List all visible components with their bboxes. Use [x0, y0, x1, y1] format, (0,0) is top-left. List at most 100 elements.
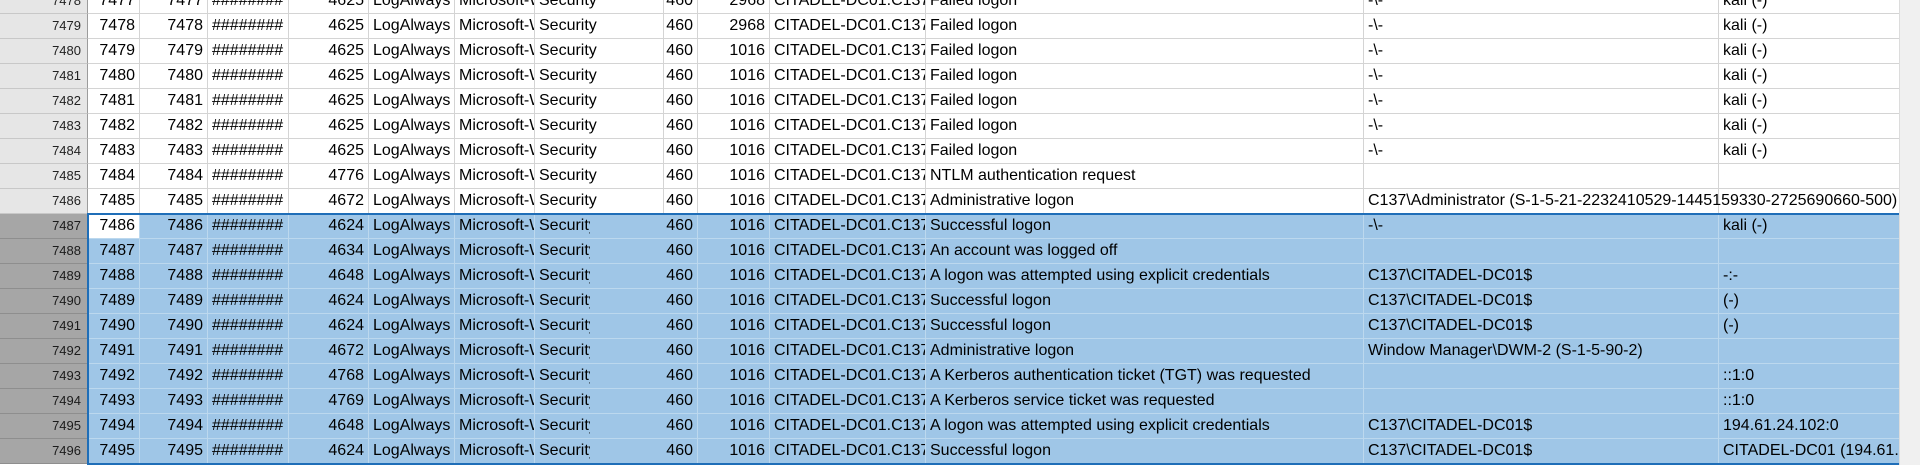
cell-col-h[interactable]: 460: [590, 339, 698, 364]
row-header[interactable]: 7480: [0, 39, 88, 64]
cell-account[interactable]: Window Manager\DWM-2 (S-1-5-90-2): [1364, 339, 1719, 364]
cell-col-h[interactable]: 460: [590, 314, 698, 339]
cell-col-i[interactable]: 2968: [698, 0, 770, 14]
cell-event-id[interactable]: 4624: [289, 214, 369, 239]
cell-extra[interactable]: kali (-): [1719, 0, 1908, 14]
cell-account[interactable]: C137\CITADEL-DC01$: [1364, 289, 1719, 314]
cell-computer[interactable]: CITADEL-DC01.C137.local: [770, 289, 926, 314]
cell-provider[interactable]: Microsoft-Windows-Security-Auditing: [455, 0, 535, 14]
table-row[interactable]: 7478 7477 7477 ######## 4625 LogAlways Microso…: [0, 0, 1920, 14]
cell-col-c[interactable]: ########: [208, 64, 289, 89]
cell-col-i[interactable]: 1016: [698, 214, 770, 239]
cell-col-a[interactable]: 7487: [88, 239, 140, 264]
cell-col-i[interactable]: 1016: [698, 239, 770, 264]
cell-col-h[interactable]: 460: [590, 389, 698, 414]
cell-extra[interactable]: kali (-): [1719, 114, 1908, 139]
cell-col-c[interactable]: ########: [208, 39, 289, 64]
cell-provider[interactable]: Microsoft-Windows-Security-Auditing: [455, 389, 535, 414]
cell-computer[interactable]: CITADEL-DC01.C137.local: [770, 39, 926, 64]
table-row[interactable]: 7495 7494 7494 ######## 4648 LogAlways Microso…: [0, 414, 1920, 439]
cell-extra[interactable]: [1719, 239, 1908, 264]
cell-extra[interactable]: ::1:0: [1719, 364, 1908, 389]
cell-computer[interactable]: CITADEL-DC01.C137.local: [770, 264, 926, 289]
table-row[interactable]: 7480 7479 7479 ######## 4625 LogAlways Microso…: [0, 39, 1920, 64]
row-header[interactable]: 7489: [0, 264, 88, 289]
cell-col-a[interactable]: 7482: [88, 114, 140, 139]
row-header[interactable]: 7493: [0, 364, 88, 389]
cell-description[interactable]: Failed logon: [926, 89, 1364, 114]
cell-col-b[interactable]: 7492: [140, 364, 208, 389]
table-row[interactable]: 7496 7495 7495 ######## 4624 LogAlways Microso…: [0, 439, 1920, 464]
row-header[interactable]: 7491: [0, 314, 88, 339]
cell-description[interactable]: A Kerberos authentication ticket (TGT) w…: [926, 364, 1364, 389]
cell-event-id[interactable]: 4776: [289, 164, 369, 189]
cell-col-i[interactable]: 1016: [698, 164, 770, 189]
row-header[interactable]: 7486: [0, 189, 88, 214]
cell-account[interactable]: -\-: [1364, 139, 1719, 164]
cell-level[interactable]: LogAlways: [369, 189, 455, 214]
cell-description[interactable]: Failed logon: [926, 0, 1364, 14]
cell-computer[interactable]: CITADEL-DC01.C137.local: [770, 64, 926, 89]
cell-extra[interactable]: kali (-): [1719, 64, 1908, 89]
cell-account[interactable]: -\-: [1364, 14, 1719, 39]
cell-computer[interactable]: CITADEL-DC01.C137.local: [770, 314, 926, 339]
cell-event-id[interactable]: 4625: [289, 89, 369, 114]
cell-extra[interactable]: 194.61.24.102:0: [1719, 414, 1908, 439]
cell-col-b[interactable]: 7487: [140, 239, 208, 264]
row-header[interactable]: 7479: [0, 14, 88, 39]
cell-col-b[interactable]: 7495: [140, 439, 208, 464]
cell-provider[interactable]: Microsoft-Windows-Security-Auditing: [455, 314, 535, 339]
cell-extra[interactable]: (-): [1719, 289, 1908, 314]
row-header[interactable]: 7484: [0, 139, 88, 164]
cell-col-b[interactable]: 7489: [140, 289, 208, 314]
cell-provider[interactable]: Microsoft-Windows-Security-Auditing: [455, 89, 535, 114]
table-row[interactable]: 7486 7485 7485 ######## 4672 LogAlways Microso…: [0, 189, 1920, 214]
cell-level[interactable]: LogAlways: [369, 164, 455, 189]
table-row[interactable]: 7491 7490 7490 ######## 4624 LogAlways Microso…: [0, 314, 1920, 339]
cell-col-h[interactable]: 460: [590, 0, 698, 14]
cell-col-c[interactable]: ########: [208, 439, 289, 464]
row-header[interactable]: 7490: [0, 289, 88, 314]
cell-account[interactable]: C137\Administrator (S-1-5-21-2232410529-…: [1364, 189, 1897, 214]
cell-col-a[interactable]: 7494: [88, 414, 140, 439]
cell-provider[interactable]: Microsoft-Windows-Security-Auditing: [455, 264, 535, 289]
cell-provider[interactable]: Microsoft-Windows-Security-Auditing: [455, 289, 535, 314]
cell-provider[interactable]: Microsoft-Windows-Security-Auditing: [455, 64, 535, 89]
cell-computer[interactable]: CITADEL-DC01.C137.local: [770, 0, 926, 14]
cell-event-id[interactable]: 4634: [289, 239, 369, 264]
cell-col-h[interactable]: 460: [590, 264, 698, 289]
cell-description[interactable]: Successful logon: [926, 439, 1364, 464]
cell-provider[interactable]: Microsoft-Windows-Security-Auditing: [455, 339, 535, 364]
cell-computer[interactable]: CITADEL-DC01.C137.local: [770, 389, 926, 414]
cell-account[interactable]: C137\CITADEL-DC01$: [1364, 264, 1719, 289]
cell-provider[interactable]: Microsoft-Windows-Security-Auditing: [455, 39, 535, 64]
cell-col-c[interactable]: ########: [208, 0, 289, 14]
cell-col-i[interactable]: 1016: [698, 364, 770, 389]
cell-level[interactable]: LogAlways: [369, 0, 455, 14]
cell-col-a[interactable]: 7490: [88, 314, 140, 339]
cell-col-c[interactable]: ########: [208, 364, 289, 389]
cell-col-b[interactable]: 7488: [140, 264, 208, 289]
cell-event-id[interactable]: 4624: [289, 439, 369, 464]
cell-col-h[interactable]: 460: [590, 189, 698, 214]
cell-col-b[interactable]: 7485: [140, 189, 208, 214]
cell-computer[interactable]: CITADEL-DC01.C137.local: [770, 364, 926, 389]
cell-level[interactable]: LogAlways: [369, 314, 455, 339]
cell-col-h[interactable]: 460: [590, 164, 698, 189]
cell-provider[interactable]: Microsoft-Windows-Security-Auditing: [455, 364, 535, 389]
cell-col-b[interactable]: 7478: [140, 14, 208, 39]
cell-event-id[interactable]: 4625: [289, 64, 369, 89]
cell-event-id[interactable]: 4648: [289, 414, 369, 439]
cell-description[interactable]: Failed logon: [926, 39, 1364, 64]
cell-col-i[interactable]: 2968: [698, 14, 770, 39]
table-row[interactable]: 7482 7481 7481 ######## 4625 LogAlways Microso…: [0, 89, 1920, 114]
cell-provider[interactable]: Microsoft-Windows-Security-Auditing: [455, 14, 535, 39]
cell-col-b[interactable]: 7491: [140, 339, 208, 364]
cell-col-a[interactable]: 7478: [88, 14, 140, 39]
table-row[interactable]: 7484 7483 7483 ######## 4625 LogAlways Microso…: [0, 139, 1920, 164]
row-header[interactable]: 7496: [0, 439, 88, 464]
table-row[interactable]: 7494 7493 7493 ######## 4769 LogAlways Microso…: [0, 389, 1920, 414]
cell-provider[interactable]: Microsoft-Windows-Security-Auditing: [455, 414, 535, 439]
cell-col-i[interactable]: 1016: [698, 264, 770, 289]
row-header[interactable]: 7483: [0, 114, 88, 139]
